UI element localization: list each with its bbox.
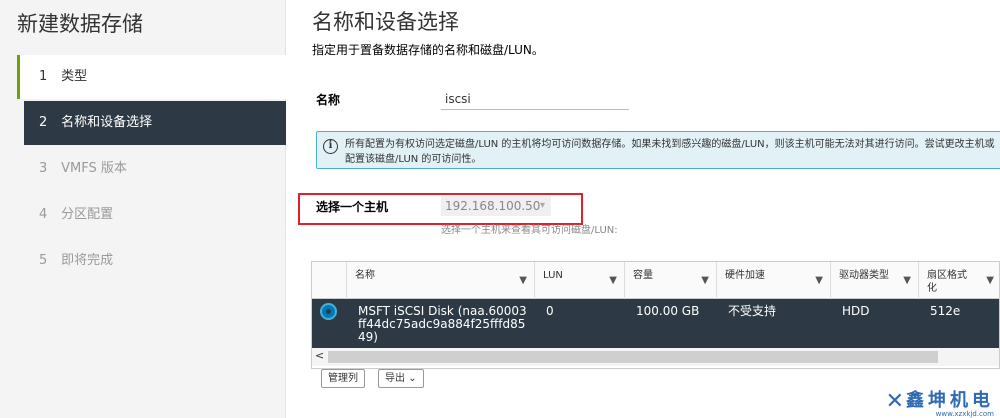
manage-columns-button[interactable]: 管理列 xyxy=(321,369,365,388)
column-label: 驱动器类型 xyxy=(839,270,889,281)
chevron-down-icon: ▾ xyxy=(539,200,545,211)
filter-icon[interactable]: ▼ xyxy=(903,274,911,287)
wizard-title: 新建数据存储 xyxy=(17,12,143,36)
name-label: 名称 xyxy=(316,93,341,107)
column-label: LUN xyxy=(543,270,563,281)
step-label: 类型 xyxy=(61,69,88,84)
wizard-step-ready: 5 即将完成 xyxy=(17,239,286,283)
host-label: 选择一个主机 xyxy=(316,200,389,214)
step-number: 3 xyxy=(39,161,48,176)
watermark-url: www.xzxkjd.com xyxy=(935,410,994,418)
column-label: 容量 xyxy=(633,270,653,281)
info-text: 所有配置为有权访问选定磁盘/LUN 的主机将均可访问数据存储。如果未找到感兴趣的… xyxy=(345,139,995,165)
filter-icon[interactable]: ▼ xyxy=(701,274,709,287)
watermark-logo-icon: ✕ xyxy=(885,389,904,414)
column-header-lun[interactable]: LUN ▼ xyxy=(534,262,624,299)
step-number: 5 xyxy=(39,253,48,268)
page-title: 名称和设备选择 xyxy=(312,10,459,34)
cell-drive-type: HDD xyxy=(842,304,870,318)
wizard-sidebar: 新建数据存储 1 类型 2 名称和设备选择 3 VMFS 版本 4 分区配置 5… xyxy=(0,0,286,418)
wizard-steps: 1 类型 2 名称和设备选择 3 VMFS 版本 4 分区配置 5 即将完成 xyxy=(17,55,286,285)
device-table: 名称 ▼ LUN ▼ 容量 ▼ 硬件加速 ▼ 驱动器类型 ▼ 扇区格式化 ▼ M… xyxy=(311,261,1000,369)
wizard-step-vmfs-version: 3 VMFS 版本 xyxy=(17,147,286,191)
step-label: 分区配置 xyxy=(61,207,114,222)
name-input[interactable] xyxy=(441,88,629,110)
step-label: 即将完成 xyxy=(61,253,114,268)
wizard-step-type[interactable]: 1 类型 xyxy=(17,55,286,99)
scrollbar-thumb[interactable] xyxy=(328,351,938,363)
chevron-down-icon: ⌄ xyxy=(408,373,417,384)
column-header-sector-format[interactable]: 扇区格式化 ▼ xyxy=(918,262,1000,299)
step-number: 2 xyxy=(39,115,48,130)
row-radio-selected[interactable] xyxy=(320,303,337,320)
export-button[interactable]: 导出 ⌄ xyxy=(378,369,424,388)
filter-icon[interactable]: ▼ xyxy=(986,274,994,287)
filter-icon[interactable]: ▼ xyxy=(609,274,617,287)
page-description: 指定用于置备数据存储的名称和磁盘/LUN。 xyxy=(312,43,544,57)
filter-icon[interactable]: ▼ xyxy=(815,274,823,287)
cell-sector-format: 512e xyxy=(930,304,961,318)
step-label: VMFS 版本 xyxy=(61,161,127,176)
button-label: 导出 xyxy=(385,373,405,384)
host-select[interactable]: 192.168.100.50 ▾ xyxy=(441,196,551,216)
column-header-name[interactable]: 名称 ▼ xyxy=(346,262,534,299)
table-row[interactable]: MSFT iSCSI Disk (naa.60003ff44dc75adc9a8… xyxy=(312,299,999,348)
info-icon: i xyxy=(323,139,338,154)
cell-hw-accel: 不受支持 xyxy=(728,304,777,318)
scroll-left-icon[interactable]: < xyxy=(315,349,324,362)
cell-capacity: 100.00 GB xyxy=(636,304,700,318)
cell-lun: 0 xyxy=(546,304,554,318)
wizard-step-name-device[interactable]: 2 名称和设备选择 xyxy=(24,101,286,145)
host-hint: 选择一个主机来查看其可访问磁盘/LUN: xyxy=(441,225,618,236)
wizard-step-partition: 4 分区配置 xyxy=(17,193,286,237)
filter-icon[interactable]: ▼ xyxy=(519,274,527,287)
step-number: 1 xyxy=(39,69,48,84)
step-number: 4 xyxy=(39,207,48,222)
column-label: 硬件加速 xyxy=(725,270,765,281)
column-header-drive-type[interactable]: 驱动器类型 ▼ xyxy=(830,262,918,299)
table-header: 名称 ▼ LUN ▼ 容量 ▼ 硬件加速 ▼ 驱动器类型 ▼ 扇区格式化 ▼ xyxy=(312,262,999,299)
column-label: 扇区格式化 xyxy=(927,270,967,294)
info-alert: i 所有配置为有权访问选定磁盘/LUN 的主机将均可访问数据存储。如果未找到感兴… xyxy=(316,131,1000,169)
cell-name: MSFT iSCSI Disk (naa.60003ff44dc75adc9a8… xyxy=(358,304,527,344)
host-select-value: 192.168.100.50 xyxy=(445,199,541,213)
wizard-content: 名称和设备选择 指定用于置备数据存储的名称和磁盘/LUN。 名称 i 所有配置为… xyxy=(286,0,1000,418)
horizontal-scrollbar[interactable]: < xyxy=(312,348,999,366)
column-header-hw-accel[interactable]: 硬件加速 ▼ xyxy=(716,262,830,299)
step-label: 名称和设备选择 xyxy=(61,115,153,130)
column-label: 名称 xyxy=(355,270,375,281)
button-label: 管理列 xyxy=(328,373,358,384)
column-header-capacity[interactable]: 容量 ▼ xyxy=(624,262,716,299)
watermark-text: 鑫坤机电 xyxy=(906,390,994,411)
